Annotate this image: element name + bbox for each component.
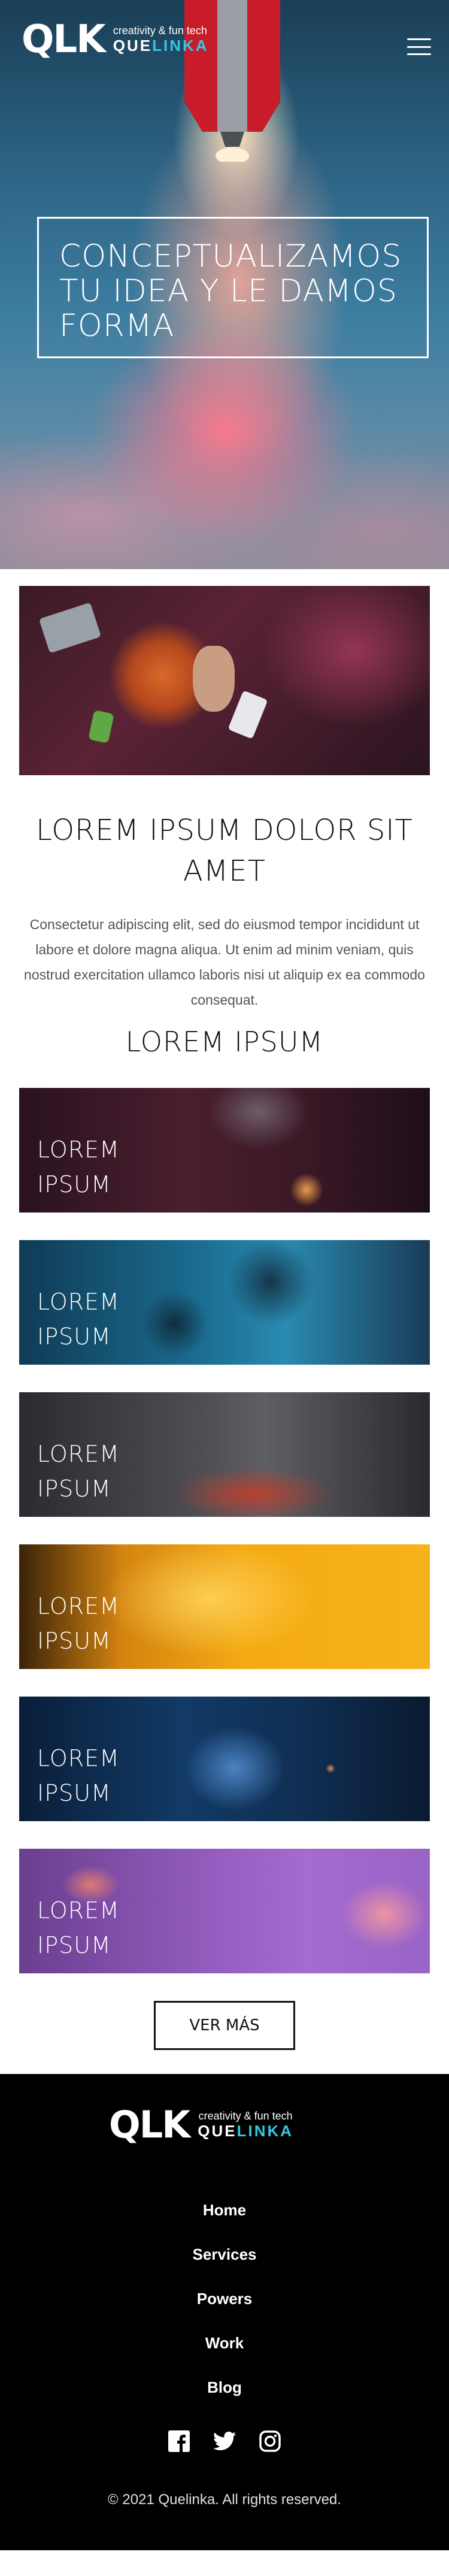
facebook-icon[interactable] bbox=[165, 2427, 193, 2455]
floating-laptop bbox=[38, 602, 102, 654]
person-face bbox=[193, 646, 235, 712]
intro-body: Consectetur adipiscing elit, sed do eius… bbox=[24, 917, 425, 1008]
logo-brand-accent: LINKA bbox=[236, 2121, 294, 2140]
header-logo[interactable]: QLK creativity & fun tech QUELINKA bbox=[22, 20, 209, 59]
logo-tagline: creativity & fun tech bbox=[113, 24, 207, 37]
card-workspace[interactable]: LOREM IPSUM bbox=[19, 1544, 430, 1669]
card-gears[interactable]: LOREM IPSUM bbox=[19, 1240, 430, 1365]
hamburger-line bbox=[407, 53, 431, 55]
floating-android-toy bbox=[88, 710, 114, 743]
hero-title-box: CONCEPTUALIZAMOS TU IDEA Y LE DAMOS FORM… bbox=[37, 217, 429, 358]
logo-brand-prefix: QUE bbox=[198, 2121, 237, 2140]
card-label: LOREM IPSUM bbox=[37, 1289, 120, 1350]
feature-image bbox=[19, 586, 430, 775]
intro-subtitle: LOREM IPSUM bbox=[125, 1026, 324, 1058]
social-links bbox=[0, 2427, 449, 2455]
copyright-text: © 2021 Quelinka. All rights reserved. bbox=[108, 2492, 341, 2508]
footer-link-powers[interactable]: Powers bbox=[0, 2276, 449, 2321]
card-go-kart[interactable]: LOREM IPSUM bbox=[19, 1392, 430, 1517]
hamburger-line bbox=[407, 38, 431, 40]
card-label: LOREM IPSUM bbox=[37, 1593, 120, 1654]
footer-link-work[interactable]: Work bbox=[0, 2321, 449, 2365]
logo-brand: QUELINKA bbox=[113, 37, 209, 55]
logo-mark: QLK bbox=[109, 2103, 190, 2146]
twitter-icon[interactable] bbox=[211, 2427, 238, 2455]
card-list: LOREM IPSUM LOREM IPSUM LOREM IPSUM LORE… bbox=[0, 1088, 449, 1973]
footer-link-services[interactable]: Services bbox=[0, 2232, 449, 2276]
card-label: LOREM IPSUM bbox=[37, 1897, 120, 1958]
footer-nav: Home Services Powers Work Blog bbox=[0, 2188, 449, 2409]
card-label: LOREM IPSUM bbox=[37, 1441, 120, 1502]
site-footer: QLK creativity & fun tech QUELINKA Home … bbox=[0, 2074, 449, 2550]
hero-title: CONCEPTUALIZAMOS TU IDEA Y LE DAMOS FORM… bbox=[59, 238, 402, 344]
card-laptop-night[interactable]: LOREM IPSUM bbox=[19, 1697, 430, 1821]
instagram-icon[interactable] bbox=[256, 2427, 284, 2455]
card-jetpack[interactable]: LOREM IPSUM bbox=[19, 1088, 430, 1213]
intro-title: LOREM IPSUM DOLOR SIT AMET bbox=[36, 814, 413, 888]
footer-logo[interactable]: QLK creativity & fun tech QUELINKA bbox=[109, 2106, 293, 2143]
ver-mas-button[interactable]: VER MÁS bbox=[154, 2001, 295, 2050]
hamburger-icon[interactable] bbox=[407, 38, 431, 55]
logo-brand: QUELINKA bbox=[198, 2121, 294, 2140]
card-label: LOREM IPSUM bbox=[37, 1136, 120, 1198]
logo-brand-accent: LINKA bbox=[152, 36, 209, 55]
card-label: LOREM IPSUM bbox=[37, 1745, 120, 1806]
hero-section: QLK creativity & fun tech QUELINKA CONCE… bbox=[0, 0, 449, 569]
logo-mark: QLK bbox=[22, 17, 106, 62]
logo-tagline: creativity & fun tech bbox=[198, 2109, 293, 2122]
footer-link-blog[interactable]: Blog bbox=[0, 2365, 449, 2409]
footer-link-home[interactable]: Home bbox=[0, 2188, 449, 2232]
floating-phone bbox=[227, 690, 268, 739]
card-envelopes[interactable]: LOREM IPSUM bbox=[19, 1849, 430, 1973]
logo-brand-prefix: QUE bbox=[113, 36, 153, 55]
hamburger-line bbox=[407, 46, 431, 48]
